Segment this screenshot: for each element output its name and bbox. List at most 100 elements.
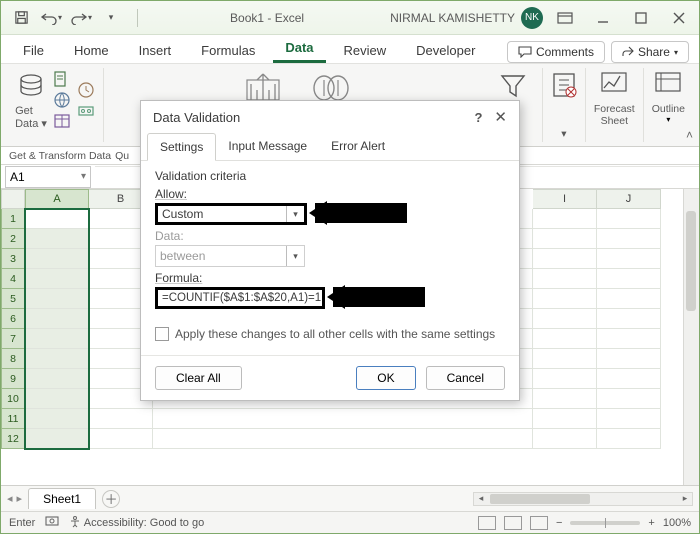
horizontal-scrollbar[interactable]: ◂ ▸ <box>473 492 693 506</box>
view-layout-icon[interactable] <box>504 516 522 530</box>
cancel-button[interactable]: Cancel <box>426 366 505 390</box>
allow-combo[interactable]: Custom ▾ <box>155 203 307 225</box>
recent-sources-icon[interactable] <box>77 81 95 99</box>
criteria-heading: Validation criteria <box>155 169 505 183</box>
dialog-tab-settings[interactable]: Settings <box>147 133 216 161</box>
sheet-tab[interactable]: Sheet1 <box>28 488 96 509</box>
allow-label: Allow: <box>155 187 505 201</box>
tab-developer[interactable]: Developer <box>404 38 487 63</box>
group-label-get-transform: Get & Transform Data <box>9 150 111 162</box>
accessibility-status[interactable]: Accessibility: Good to go <box>69 516 204 529</box>
ok-button[interactable]: OK <box>356 366 415 390</box>
vertical-scrollbar[interactable] <box>683 189 699 485</box>
formula-input[interactable]: =COUNTIF($A$1:$A$20,A1)=1 <box>155 287 325 309</box>
save-icon[interactable] <box>7 6 35 30</box>
clear-all-button[interactable]: Clear All <box>155 366 242 390</box>
scroll-right-icon[interactable]: ▸ <box>678 493 692 505</box>
comments-label: Comments <box>536 45 594 59</box>
select-all-corner[interactable] <box>1 189 25 209</box>
data-combo: between ▾ <box>155 245 305 267</box>
zoom-out-icon[interactable]: − <box>556 517 562 529</box>
row-header[interactable]: 8 <box>1 349 25 369</box>
dialog-tabs: Settings Input Message Error Alert <box>141 133 519 161</box>
name-box-input[interactable] <box>10 170 70 184</box>
get-data-button[interactable]: GetData ▾ <box>15 71 47 130</box>
row-header[interactable]: 9 <box>1 369 25 389</box>
dialog-close-icon[interactable]: ✕ <box>494 108 507 126</box>
chevron-down-icon: ▾ <box>286 246 304 266</box>
row-header[interactable]: 6 <box>1 309 25 329</box>
ribbon-display-icon[interactable] <box>551 6 579 30</box>
scroll-left-icon[interactable]: ◂ <box>474 493 488 505</box>
chevron-down-icon[interactable]: ▾ <box>81 171 86 182</box>
status-mode: Enter <box>9 517 35 529</box>
quick-access-toolbar: ▾ ▾ ▾ <box>7 6 125 30</box>
row-header[interactable]: 7 <box>1 329 25 349</box>
maximize-icon[interactable] <box>627 6 655 30</box>
sheet-nav-prev-icon[interactable]: ◂ <box>7 492 13 505</box>
annotation-arrow <box>333 287 425 307</box>
user-name: NIRMAL KAMISHETTY <box>390 11 515 25</box>
data-validation-button[interactable] <box>551 70 577 105</box>
name-box[interactable]: ▾ <box>5 166 91 188</box>
view-pagebreak-icon[interactable] <box>530 516 548 530</box>
row-header[interactable]: 2 <box>1 229 25 249</box>
close-icon[interactable] <box>665 6 693 30</box>
from-web-icon[interactable] <box>53 91 71 109</box>
redo-icon[interactable]: ▾ <box>67 6 95 30</box>
column-header[interactable]: J <box>597 189 661 209</box>
row-header[interactable]: 10 <box>1 389 25 409</box>
tab-review[interactable]: Review <box>332 38 399 63</box>
tab-data[interactable]: Data <box>273 35 325 63</box>
comments-button[interactable]: Comments <box>507 41 605 63</box>
sheet-nav-next-icon[interactable]: ▸ <box>17 492 23 505</box>
ribbon-group-forecast: ForecastSheet <box>586 68 644 142</box>
data-validation-dialog: Data Validation ? ✕ Settings Input Messa… <box>140 100 520 401</box>
share-button[interactable]: Share ▾ <box>611 41 689 63</box>
qat-customize-icon[interactable]: ▾ <box>97 6 125 30</box>
user-avatar[interactable]: NK <box>521 7 543 29</box>
column-header[interactable]: A <box>25 189 89 209</box>
row-header[interactable]: 4 <box>1 269 25 289</box>
formula-value: =COUNTIF($A$1:$A$20,A1)=1 <box>162 292 321 304</box>
row-header[interactable]: 11 <box>1 409 25 429</box>
group-label-queries: Qu <box>115 150 129 162</box>
outline-button[interactable]: Outline ▾ <box>652 70 685 124</box>
zoom-slider[interactable] <box>570 521 640 525</box>
forecast-button[interactable]: ForecastSheet <box>594 70 635 127</box>
dialog-tab-error-alert[interactable]: Error Alert <box>319 133 397 161</box>
share-label: Share <box>638 45 670 59</box>
formula-label: Formula: <box>155 271 505 285</box>
existing-conn-icon[interactable] <box>77 102 95 120</box>
add-sheet-button[interactable]: ＋ <box>102 490 120 508</box>
zoom-in-icon[interactable]: + <box>648 517 654 529</box>
view-normal-icon[interactable] <box>478 516 496 530</box>
document-title: Book1 - Excel <box>144 11 390 25</box>
apply-all-label: Apply these changes to all other cells w… <box>175 327 495 341</box>
tab-insert[interactable]: Insert <box>127 38 184 63</box>
ribbon-group-datatools: ▾ <box>543 68 586 142</box>
row-header[interactable]: 12 <box>1 429 25 449</box>
apply-all-checkbox[interactable] <box>155 327 169 341</box>
ribbon-tabs: File Home Insert Formulas Data Review De… <box>1 35 699 63</box>
row-header[interactable]: 5 <box>1 289 25 309</box>
row-header[interactable]: 1 <box>1 209 25 229</box>
tab-formulas[interactable]: Formulas <box>189 38 267 63</box>
from-table-icon[interactable] <box>53 112 71 130</box>
collapse-ribbon-icon[interactable]: ˄ <box>686 128 693 142</box>
minimize-icon[interactable] <box>589 6 617 30</box>
dialog-title: Data Validation <box>153 110 240 125</box>
macro-record-icon[interactable] <box>45 514 59 531</box>
column-header[interactable]: I <box>533 189 597 209</box>
undo-icon[interactable]: ▾ <box>37 6 65 30</box>
dialog-help-icon[interactable]: ? <box>474 110 482 125</box>
zoom-value[interactable]: 100% <box>663 517 691 529</box>
tab-home[interactable]: Home <box>62 38 121 63</box>
allow-value: Custom <box>162 207 203 221</box>
sheet-tab-bar: ◂ ▸ Sheet1 ＋ ◂ ▸ <box>1 485 699 511</box>
dialog-tab-input-message[interactable]: Input Message <box>216 133 319 161</box>
tab-file[interactable]: File <box>11 38 56 63</box>
from-text-icon[interactable] <box>53 70 71 88</box>
status-bar: Enter Accessibility: Good to go − + 100% <box>1 511 699 533</box>
row-header[interactable]: 3 <box>1 249 25 269</box>
